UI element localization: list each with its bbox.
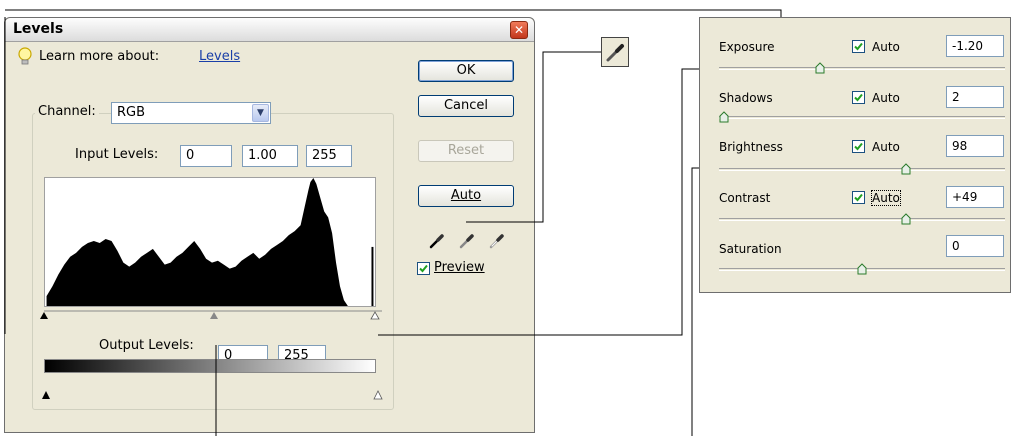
brightness-slider-track[interactable] [719, 168, 1005, 171]
contrast-auto-label: Auto [871, 190, 901, 206]
contrast-slider-thumb[interactable] [901, 213, 911, 225]
titlebar[interactable]: Levels ✕ [5, 18, 534, 42]
reset-button: Reset [418, 140, 514, 162]
checkmark-icon [854, 142, 863, 151]
saturation-label: Saturation [719, 242, 782, 256]
input-level-sliders[interactable] [38, 305, 388, 325]
shadows-value-field[interactable]: 2 [946, 86, 1004, 108]
exposure-label: Exposure [719, 40, 775, 54]
contrast-auto-checkbox[interactable] [852, 191, 865, 204]
output-gradient-bar [44, 359, 376, 373]
output-level-sliders[interactable] [40, 385, 390, 401]
output-white-slider[interactable] [373, 390, 383, 400]
close-icon[interactable]: ✕ [510, 21, 528, 39]
checkmark-icon [854, 42, 863, 51]
exposure-value-field[interactable]: -1.20 [946, 35, 1004, 57]
chevron-down-icon[interactable]: ▼ [252, 104, 269, 122]
contrast-label: Contrast [719, 191, 771, 205]
preview-checkbox[interactable] [417, 262, 430, 275]
input-black-field[interactable]: 0 [180, 145, 232, 167]
exposure-auto-label: Auto [872, 40, 900, 54]
saturation-value-field[interactable]: 0 [946, 235, 1004, 257]
auto-button[interactable]: Auto [418, 185, 514, 207]
checkmark-icon [419, 264, 428, 273]
checkmark-icon [854, 193, 863, 202]
output-levels-label: Output Levels: [99, 338, 194, 353]
exposure-slider-track[interactable] [719, 67, 1005, 70]
adjustments-panel: Exposure Auto -1.20 Shadows Auto 2 Brigh… [699, 17, 1011, 293]
contrast-slider-track[interactable] [719, 218, 1005, 221]
checkmark-icon [854, 93, 863, 102]
shadows-slider-track[interactable] [719, 116, 1005, 119]
brightness-auto-checkbox[interactable] [852, 140, 865, 153]
exposure-auto-checkbox[interactable] [852, 40, 865, 53]
lightbulb-icon [18, 47, 32, 65]
shadows-slider-thumb[interactable] [719, 111, 729, 123]
brightness-label: Brightness [719, 140, 783, 154]
shadows-label: Shadows [719, 91, 773, 105]
white-eyedropper-icon[interactable] [488, 232, 506, 250]
exposure-slider-thumb[interactable] [815, 62, 825, 74]
shadows-auto-checkbox[interactable] [852, 91, 865, 104]
white-point-slider[interactable] [370, 311, 380, 320]
brightness-slider-thumb[interactable] [901, 163, 911, 175]
cancel-button[interactable]: Cancel [418, 95, 514, 117]
brightness-value-field[interactable]: 98 [946, 135, 1004, 157]
contrast-value-field[interactable]: +49 [946, 186, 1004, 208]
preview-label: Preview [434, 260, 485, 275]
eyedropper-icon [606, 44, 624, 62]
input-levels-label: Input Levels: [75, 147, 159, 162]
brightness-auto-label: Auto [872, 140, 900, 154]
levels-help-link[interactable]: Levels [199, 49, 240, 64]
input-gamma-field[interactable]: 1.00 [242, 145, 298, 167]
black-point-slider[interactable] [40, 312, 48, 319]
floating-eyedropper-tool [601, 37, 629, 67]
channel-select[interactable]: RGB ▼ [111, 102, 271, 124]
channel-value: RGB [117, 105, 146, 120]
shadows-auto-label: Auto [872, 91, 900, 105]
saturation-slider-thumb[interactable] [857, 263, 867, 275]
dialog-title: Levels [13, 21, 64, 37]
gray-eyedropper-icon[interactable] [458, 232, 476, 250]
black-eyedropper-icon[interactable] [428, 232, 446, 250]
learn-more-label: Learn more about: [39, 49, 160, 64]
ok-button[interactable]: OK [418, 60, 514, 82]
output-black-slider[interactable] [42, 391, 50, 399]
channel-label: Channel: [35, 104, 99, 119]
input-white-field[interactable]: 255 [306, 145, 352, 167]
histogram [44, 177, 376, 307]
gamma-slider[interactable] [210, 312, 218, 319]
